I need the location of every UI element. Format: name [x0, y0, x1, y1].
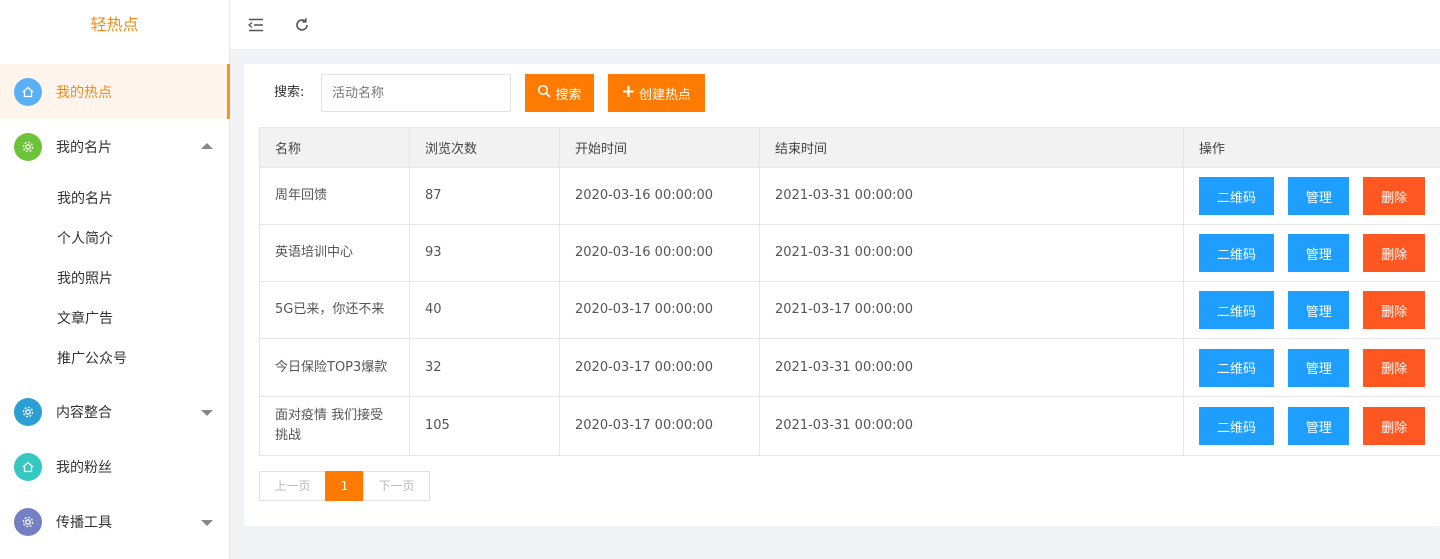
cell-start: 2020-03-17 00:00:00: [559, 396, 760, 456]
cell-actions: 二维码 管理 删除: [1183, 167, 1440, 225]
refresh-icon[interactable]: [290, 13, 314, 37]
cell-name: 今日保险TOP3爆款: [259, 338, 410, 397]
search-input[interactable]: [321, 74, 511, 112]
cell-views: 87: [409, 167, 560, 225]
cell-start: 2020-03-17 00:00:00: [559, 338, 760, 397]
pagination: 上一页 1 下一页: [259, 471, 430, 501]
cell-views: 93: [409, 224, 560, 282]
sidebar-item-tools[interactable]: 传播工具: [0, 494, 229, 549]
sidebar-item-my-hotspots[interactable]: 我的热点: [0, 64, 230, 119]
cell-views: 105: [409, 396, 560, 456]
sidebar-item-my-card[interactable]: 我的名片: [0, 119, 229, 174]
home-icon: [14, 77, 42, 106]
chevron-up-icon: [201, 142, 213, 149]
table-row: 今日保险TOP3爆款 32 2020-03-17 00:00:00 2021-0…: [259, 338, 1440, 397]
column-header-end: 结束时间: [759, 127, 1184, 168]
cell-end: 2021-03-31 00:00:00: [759, 167, 1184, 225]
create-button-label: 创建热点: [638, 87, 691, 103]
delete-button[interactable]: 删除: [1363, 291, 1425, 329]
cell-start: 2020-03-16 00:00:00: [559, 167, 760, 225]
submenu-item-article-ads[interactable]: 文章广告: [0, 299, 229, 339]
qr-code-button[interactable]: 二维码: [1199, 291, 1274, 329]
submenu-item-profile[interactable]: 个人简介: [0, 219, 229, 259]
chevron-down-icon: [201, 409, 213, 416]
table-header-row: 名称 浏览次数 开始时间 结束时间 操作: [259, 127, 1440, 168]
qr-code-button[interactable]: 二维码: [1199, 407, 1274, 445]
manage-button[interactable]: 管理: [1287, 348, 1350, 387]
search-button[interactable]: 搜索: [525, 74, 594, 112]
delete-button[interactable]: 删除: [1363, 348, 1425, 387]
prev-page-button[interactable]: 上一页: [259, 471, 326, 501]
submenu-item-my-card[interactable]: 我的名片: [0, 179, 229, 219]
delete-button[interactable]: 删除: [1363, 407, 1425, 445]
sidebar-nav: 我的热点 我的名片 我的名片 个人简介 我的照片 文章广告 推广公众号 内容整合: [0, 64, 230, 549]
qr-code-button[interactable]: 二维码: [1199, 348, 1274, 387]
gear-icon: [14, 397, 42, 426]
sidebar-item-fans[interactable]: 我的粉丝: [0, 439, 229, 494]
sidebar-item-content[interactable]: 内容整合: [0, 384, 229, 439]
cell-end: 2021-03-17 00:00:00: [759, 281, 1184, 339]
home-icon: [14, 452, 42, 481]
search-button-label: 搜索: [555, 87, 582, 103]
submenu-item-official-account[interactable]: 推广公众号: [0, 339, 229, 379]
delete-button[interactable]: 删除: [1363, 177, 1425, 215]
manage-button[interactable]: 管理: [1287, 177, 1350, 215]
search-icon: [537, 84, 552, 102]
search-label: 搜索:: [274, 85, 305, 100]
cell-actions: 二维码 管理 删除: [1183, 281, 1440, 339]
cell-name: 面对疫情 我们接受挑战: [259, 396, 410, 456]
cell-actions: 二维码 管理 删除: [1183, 338, 1440, 397]
submenu-my-card: 我的名片 个人简介 我的照片 文章广告 推广公众号: [0, 174, 229, 384]
cell-views: 32: [409, 338, 560, 397]
cell-name: 英语培训中心: [259, 224, 410, 282]
current-page[interactable]: 1: [325, 471, 364, 501]
search-bar: 搜索: 搜索 创建热点: [244, 74, 1440, 112]
table-row: 5G已来，你还不来 40 2020-03-17 00:00:00 2021-03…: [259, 281, 1440, 339]
cell-start: 2020-03-17 00:00:00: [559, 281, 760, 339]
column-header-actions: 操作: [1183, 127, 1440, 168]
sidebar-item-label: 内容整合: [56, 404, 112, 421]
cell-end: 2021-03-31 00:00:00: [759, 224, 1184, 282]
sidebar: 轻热点 我的热点 我的名片 我的名片 个人简介 我的照片 文章广告 推广公众号: [0, 0, 230, 559]
manage-button[interactable]: 管理: [1287, 407, 1350, 445]
qr-code-button[interactable]: 二维码: [1199, 177, 1274, 215]
plus-icon: [622, 84, 635, 102]
next-page-button[interactable]: 下一页: [363, 471, 430, 501]
column-header-views: 浏览次数: [409, 127, 560, 168]
menu-fold-icon[interactable]: [244, 13, 268, 37]
brand-logo: 轻热点: [90, 15, 139, 34]
chevron-down-icon: [201, 519, 213, 526]
manage-button[interactable]: 管理: [1287, 234, 1350, 272]
cell-name: 周年回馈: [259, 167, 410, 225]
table-row: 面对疫情 我们接受挑战 105 2020-03-17 00:00:00 2021…: [259, 396, 1440, 456]
manage-button[interactable]: 管理: [1287, 291, 1350, 329]
cell-end: 2021-03-31 00:00:00: [759, 396, 1184, 456]
top-header: [230, 0, 1440, 50]
sidebar-item-label: 我的粉丝: [56, 459, 112, 476]
cell-actions: 二维码 管理 删除: [1183, 224, 1440, 282]
sidebar-item-label: 我的热点: [56, 84, 112, 101]
cell-actions: 二维码 管理 删除: [1183, 396, 1440, 456]
create-hotspot-button[interactable]: 创建热点: [608, 74, 705, 112]
sidebar-item-label: 传播工具: [56, 514, 112, 531]
hotspot-table: 名称 浏览次数 开始时间 结束时间 操作 周年回馈 87 2020-03-16 …: [259, 127, 1440, 456]
table-row: 英语培训中心 93 2020-03-16 00:00:00 2021-03-31…: [259, 224, 1440, 282]
column-header-start: 开始时间: [559, 127, 760, 168]
cell-end: 2021-03-31 00:00:00: [759, 338, 1184, 397]
cell-name: 5G已来，你还不来: [259, 281, 410, 339]
main-panel: 搜索: 搜索 创建热点 名称 浏览次数 开始时间 结束时间 操作: [244, 64, 1440, 526]
table-row: 周年回馈 87 2020-03-16 00:00:00 2021-03-31 0…: [259, 167, 1440, 225]
gear-icon: [14, 507, 42, 536]
delete-button[interactable]: 删除: [1363, 234, 1425, 272]
gear-icon: [14, 132, 42, 161]
submenu-item-photos[interactable]: 我的照片: [0, 259, 229, 299]
sidebar-item-label: 我的名片: [56, 139, 112, 156]
cell-start: 2020-03-16 00:00:00: [559, 224, 760, 282]
cell-views: 40: [409, 281, 560, 339]
column-header-name: 名称: [259, 127, 410, 168]
qr-code-button[interactable]: 二维码: [1199, 234, 1274, 272]
